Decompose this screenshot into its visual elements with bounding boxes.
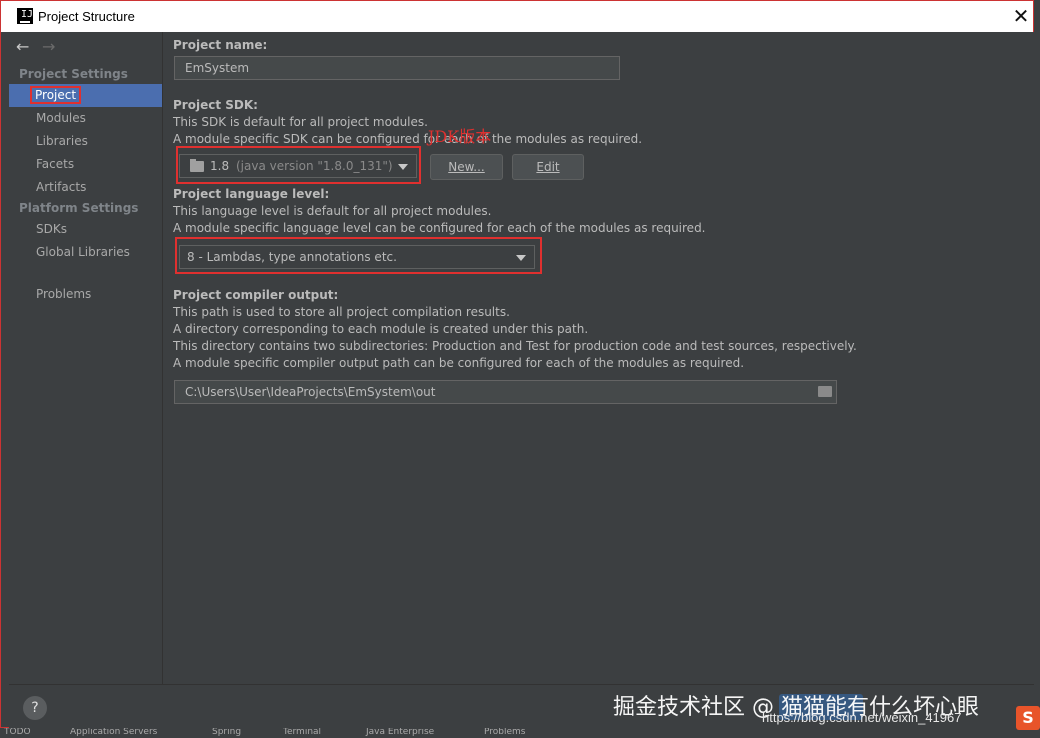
compiler-description-4: A module specific compiler output path c… [173,356,745,370]
project-settings-heading: Project Settings [19,67,128,81]
sidebar-item-sdks[interactable]: SDKs [9,218,162,241]
browse-folder-icon[interactable] [818,386,832,397]
watermark-url: https://blog.csdn.net/weixin_41967 [762,710,962,725]
language-level-label: Project language level: [173,187,330,201]
sidebar-item-facets[interactable]: Facets [9,153,162,176]
compiler-description-1: This path is used to store all project c… [173,305,510,319]
new-button-label: New... [448,160,485,174]
project-name-input[interactable]: EmSystem [174,56,620,80]
edit-button-label: Edit [536,160,560,174]
tool-tab-spring: Spring [212,728,242,737]
compiler-description-2: A directory corresponding to each module… [173,322,589,336]
sidebar-item-global-libraries[interactable]: Global Libraries [9,241,162,264]
back-arrow-icon[interactable]: ← [16,36,34,58]
title-bar: IJ Project Structure ✕ [1,1,1033,32]
project-structure-dialog: IJ Project Structure ✕ ← → Project Setti… [0,0,1034,729]
compiler-output-label: Project compiler output: [173,288,339,302]
sidebar-item-artifacts[interactable]: Artifacts [9,176,162,199]
help-icon[interactable]: ? [23,696,47,720]
tool-tab-todo: TODO [4,728,31,737]
tool-tab-problems: Problems [484,728,526,737]
sdk-highlight-box [176,146,421,184]
language-description-2: A module specific language level can be … [173,221,706,235]
forward-arrow-icon[interactable]: → [42,36,60,58]
platform-settings-heading: Platform Settings [19,201,139,215]
background-tool-tabs: TODO Application Servers Spring Terminal… [0,728,1040,738]
close-icon[interactable]: ✕ [1009,3,1033,29]
sidebar-item-problems[interactable]: Problems [9,283,162,306]
intellij-icon: IJ [17,8,33,24]
new-sdk-button[interactable]: New... [430,154,503,180]
tool-tab-java-enterprise: Java Enterprise [366,728,435,737]
project-sdk-label: Project SDK: [173,98,258,112]
sidebar-item-label: Project [30,86,82,104]
sidebar: ← → Project Settings Project Modules Lib… [9,32,163,684]
language-description-1: This language level is default for all p… [173,204,492,218]
sdk-description-1: This SDK is default for all project modu… [173,115,428,129]
compiler-description-3: This directory contains two subdirectori… [173,339,857,353]
sidebar-item-project[interactable]: Project [9,84,162,107]
sdk-description-2: A module specific SDK can be configured … [173,132,643,146]
sidebar-item-modules[interactable]: Modules [9,107,162,130]
tool-tab-terminal: Terminal [283,728,322,737]
compiler-output-value: C:\Users\User\IdeaProjects\EmSystem\out [185,385,436,399]
main-panel: Project name: EmSystem Project SDK: This… [163,32,1034,684]
language-level-highlight-box [175,237,542,274]
window-title: Project Structure [38,9,135,24]
tool-tab-application-servers: Application Servers [70,728,158,737]
edit-sdk-button[interactable]: Edit [512,154,584,180]
jdk-version-annotation: JDK版本 [428,127,492,146]
compiler-output-input[interactable]: C:\Users\User\IdeaProjects\EmSystem\out [174,380,837,404]
sogou-s-logo: S [1016,706,1040,730]
sidebar-item-libraries[interactable]: Libraries [9,130,162,153]
project-name-label: Project name: [173,38,268,52]
